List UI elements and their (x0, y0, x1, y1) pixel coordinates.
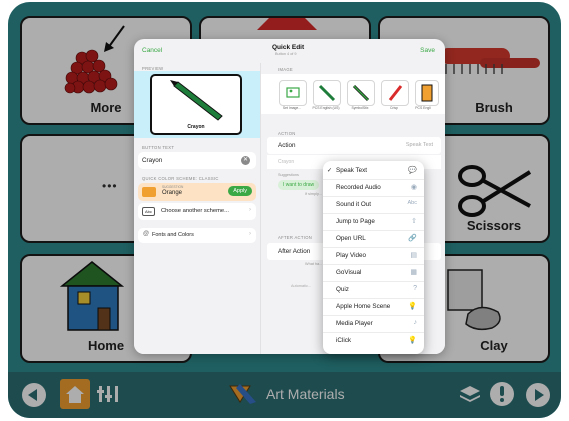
image-label-pcs-english: PCS Engli (415, 106, 431, 110)
image-option-pcs[interactable] (313, 80, 341, 106)
button-text-value: Crayon (142, 157, 163, 164)
button-text-section-label: BUTTON TEXT (142, 145, 175, 150)
speech-bubble-icon: 💬 (408, 167, 417, 174)
crayon-icon (388, 85, 403, 101)
choose-scheme-row[interactable]: Abc Choose another scheme... › (138, 203, 256, 220)
menu-item-jump-to-page[interactable]: Jump to Page ⇧ (323, 213, 424, 231)
action-row[interactable]: Action Speak Text (267, 137, 441, 154)
orange-swatch (142, 187, 156, 197)
record-icon: ◉ (410, 184, 417, 191)
crayon-icon (352, 84, 370, 102)
apply-button[interactable]: Apply (228, 186, 252, 196)
chevron-right-icon: › (249, 207, 251, 213)
choose-scheme-label: Choose another scheme... (161, 208, 229, 214)
suggestions-label: Suggestions (278, 173, 299, 177)
image-label-set: Set Image... (282, 106, 302, 110)
cancel-button[interactable]: Cancel (142, 47, 162, 54)
crayon-icon (318, 84, 336, 102)
button-text-field[interactable]: Crayon ✕ (138, 152, 256, 169)
lightbulb-icon: 💡 (408, 337, 417, 344)
link-icon: 🔗 (408, 235, 417, 242)
simply-hint: If simply... (305, 192, 322, 196)
image-placeholder-icon (286, 87, 300, 98)
menu-item-recorded-audio[interactable]: Recorded Audio ◉ (323, 179, 424, 197)
suggestion-small-label: SUGGESTION (162, 185, 184, 189)
suggestion-name: Orange (162, 190, 183, 196)
action-section-label: ACTION (278, 131, 296, 136)
menu-item-media-player[interactable]: Media Player ♪ (323, 315, 424, 333)
automatic-hint: Automatic... (291, 284, 312, 288)
lightbulb-icon: 💡 (408, 303, 417, 310)
menu-item-quiz[interactable]: Quiz ? (323, 281, 424, 299)
save-button[interactable]: Save (420, 47, 435, 54)
color-suggestion-row[interactable]: SUGGESTION Orange Apply (138, 183, 256, 201)
preview-caption: Crayon (187, 124, 205, 130)
menu-item-iclick[interactable]: iClick 💡 (323, 332, 424, 349)
image-label-symbolstix: SymbolStix (351, 106, 369, 110)
after-action-hint: What ha... (305, 262, 323, 266)
sheet-subtitle: Button 4 of 9 (275, 52, 297, 56)
question-icon: ? (413, 285, 417, 292)
abc-badge: Abc (142, 207, 155, 216)
film-icon: ▤ (410, 252, 417, 259)
left-panel: PREVIEW Crayon BUTTON TEXT Crayon ✕ QUIC… (134, 63, 260, 354)
menu-item-sound-it-out[interactable]: Sound it Out Abc (323, 196, 424, 214)
chevron-right-icon: › (249, 231, 251, 237)
menu-item-speak-text[interactable]: ✓ Speak Text 💬 (323, 162, 424, 180)
sheet-title: Quick Edit (272, 44, 305, 51)
after-action-section-label: AFTER ACTION (278, 235, 313, 240)
menu-item-open-url[interactable]: Open URL 🔗 (323, 230, 424, 248)
abc-icon: Abc (407, 200, 417, 206)
menu-item-apple-home-scene[interactable]: Apple Home Scene 💡 (323, 298, 424, 316)
image-section-label: IMAGE (278, 67, 293, 72)
image-option-symbolstix[interactable] (347, 80, 375, 106)
fonts-colors-label: Fonts and Colors (152, 232, 194, 238)
menu-item-govisual[interactable]: GoVisual ▦ (323, 264, 424, 282)
menu-item-play-video[interactable]: Play Video ▤ (323, 247, 424, 265)
clear-text-icon[interactable]: ✕ (241, 156, 250, 165)
image-option-crisp[interactable] (381, 80, 409, 106)
music-note-icon: ♪ (413, 319, 418, 326)
preview-card[interactable]: Crayon (150, 74, 242, 135)
speak-text-placeholder: Crayon (278, 159, 295, 165)
crayon-box-icon (421, 84, 433, 102)
image-label-pcs: PCS English (US) (312, 106, 340, 110)
image-option-pcs-english[interactable] (415, 80, 439, 106)
fonts-colors-row[interactable]: @ Fonts and Colors › (138, 228, 256, 243)
image-label-crisp: Crisp (390, 106, 398, 110)
action-value: Speak Text (405, 142, 433, 148)
after-action-label: After Action (278, 248, 311, 255)
sheet-header: Cancel Quick Edit Button 4 of 9 Save (134, 39, 445, 63)
palette-icon: @ (143, 231, 150, 237)
suggestion-chip[interactable]: I want to draw (278, 180, 320, 190)
grid-icon: ▦ (410, 269, 417, 276)
jump-icon: ⇧ (411, 218, 417, 225)
color-scheme-section-label: QUICK COLOR SCHEME: CLASSIC (142, 176, 219, 181)
action-label: Action (278, 142, 296, 149)
action-popup-menu: ✓ Speak Text 💬 Recorded Audio ◉ Sound it… (323, 161, 424, 354)
set-image-button[interactable] (279, 80, 307, 106)
checkmark-icon: ✓ (327, 168, 333, 174)
